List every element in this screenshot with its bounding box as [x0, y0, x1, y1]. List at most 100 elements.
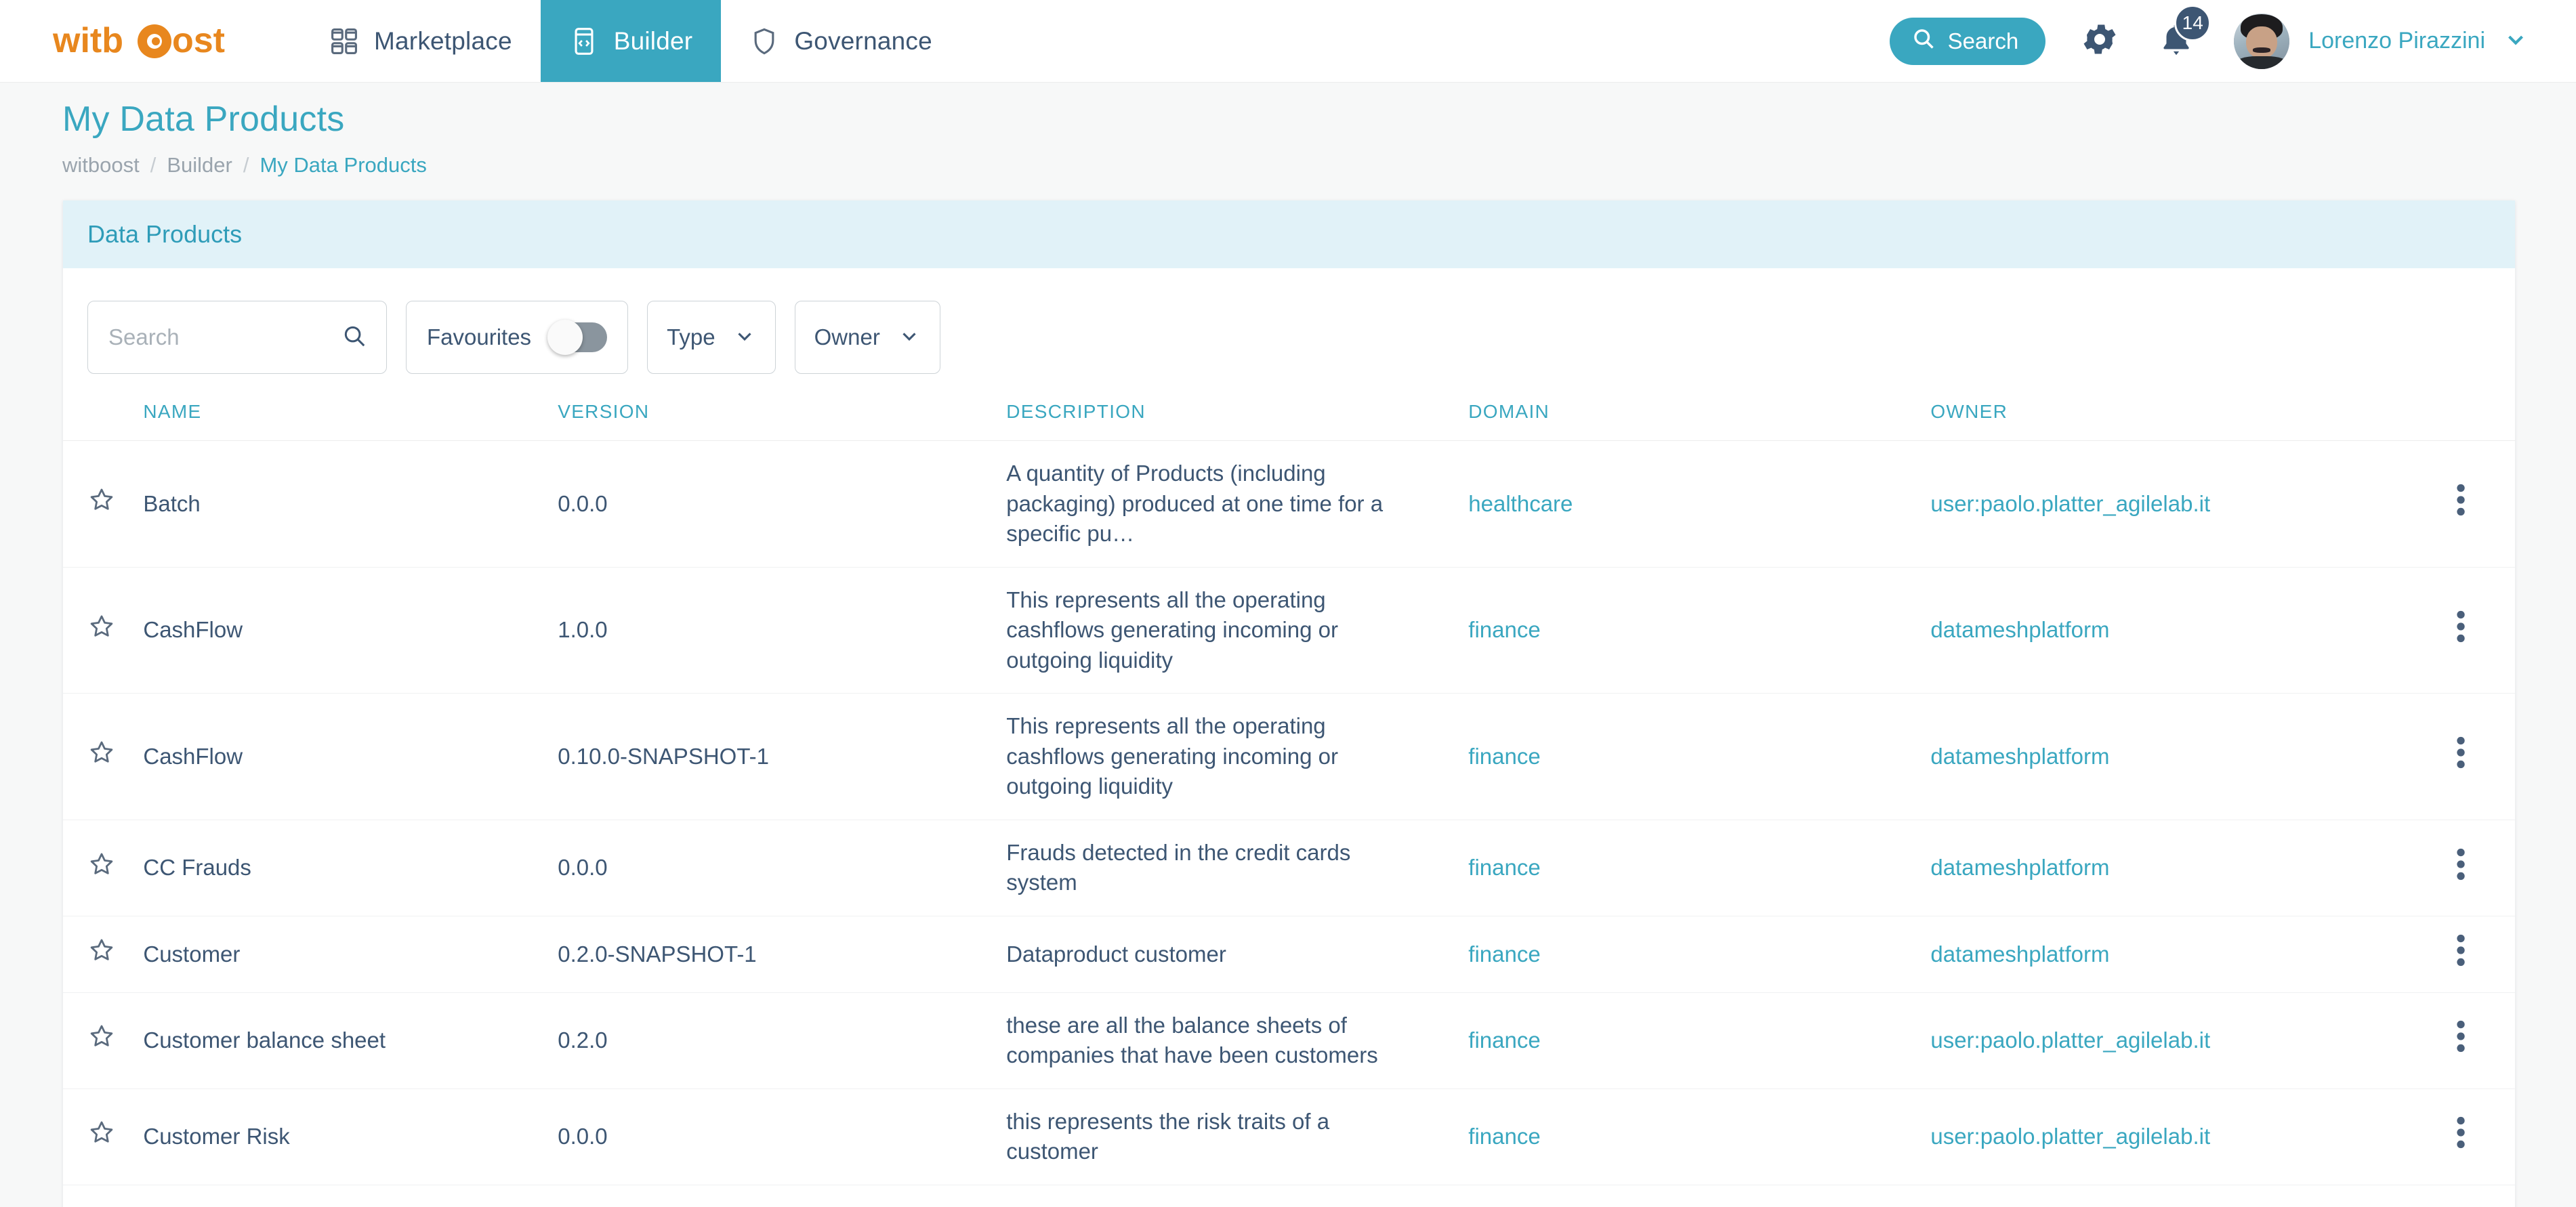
row-version-cell: 0.0.0 — [558, 441, 1006, 568]
type-filter-label: Type — [667, 324, 715, 350]
row-actions-cell — [2406, 441, 2515, 568]
kebab-menu-icon[interactable] — [2456, 736, 2466, 769]
star-icon[interactable] — [87, 936, 116, 965]
user-name-label[interactable]: Lorenzo Pirazzini — [2308, 28, 2485, 54]
search-input[interactable]: Search — [87, 301, 387, 374]
star-icon[interactable] — [87, 612, 116, 641]
table-row[interactable]: CashFlow 0.10.0-SNAPSHOT-1 This represen… — [63, 694, 2515, 820]
star-icon[interactable] — [87, 738, 116, 767]
kebab-menu-icon[interactable] — [2456, 1116, 2466, 1149]
row-actions-cell — [2406, 820, 2515, 916]
row-owner-link[interactable]: datameshplatform — [1930, 855, 2109, 880]
breadcrumb-separator: / — [140, 153, 167, 177]
row-description: Dataproduct customer — [1006, 939, 1421, 970]
card-title: Data Products — [87, 220, 242, 249]
column-header-owner[interactable]: OWNER — [1930, 401, 2406, 441]
column-header-name[interactable]: NAME — [143, 401, 558, 441]
row-owner-link[interactable]: datameshplatform — [1930, 617, 2109, 642]
row-owner-cell: user:paolo.platter_agilelab.it — [1930, 1088, 2406, 1185]
row-description: A quantity of Products (including packag… — [1006, 459, 1421, 549]
row-domain-cell: finance — [1468, 567, 1930, 694]
row-actions-cell — [2406, 1185, 2515, 1207]
notifications-badge: 14 — [2174, 5, 2211, 41]
table-row[interactable]: Batch 0.0.0 A quantity of Products (incl… — [63, 441, 2515, 568]
row-owner-link[interactable]: user:paolo.platter_agilelab.it — [1930, 491, 2210, 516]
row-description-cell: This represents all the operating cashfl… — [1006, 694, 1468, 820]
row-actions-cell — [2406, 916, 2515, 993]
row-actions-cell — [2406, 567, 2515, 694]
star-icon[interactable] — [87, 1022, 116, 1051]
chevron-down-icon — [2503, 26, 2529, 56]
user-menu-button[interactable] — [2503, 26, 2529, 56]
column-header-description[interactable]: DESCRIPTION — [1006, 401, 1468, 441]
witboost-logo[interactable]: witb ost — [0, 0, 263, 82]
search-input-placeholder: Search — [108, 324, 180, 350]
row-favourite-cell — [63, 820, 143, 916]
row-owner-link[interactable]: datameshplatform — [1930, 941, 2109, 967]
row-owner-cell: user:paolo.platter_agilelab.it — [1930, 992, 2406, 1088]
row-domain-cell: healthcare — [1468, 1185, 1930, 1207]
table-row[interactable]: DrugProduct 0.0.0 A formulation packaged… — [63, 1185, 2515, 1207]
avatar[interactable] — [2234, 14, 2289, 69]
type-filter-dropdown[interactable]: Type — [647, 301, 776, 374]
row-owner-link[interactable]: user:paolo.platter_agilelab.it — [1930, 1124, 2210, 1149]
kebab-menu-icon[interactable] — [2456, 934, 2466, 967]
table-row[interactable]: Customer balance sheet 0.2.0 these are a… — [63, 992, 2515, 1088]
notifications-button[interactable]: 14 — [2157, 20, 2196, 62]
kebab-menu-icon[interactable] — [2456, 484, 2466, 516]
row-domain-link[interactable]: finance — [1468, 855, 1540, 880]
kebab-menu-icon[interactable] — [2456, 1020, 2466, 1053]
favourites-toggle[interactable]: Favourites — [406, 301, 628, 374]
row-owner-link[interactable]: user:paolo.platter_agilelab.it — [1930, 1028, 2210, 1053]
row-favourite-cell — [63, 1088, 143, 1185]
code-window-icon — [569, 26, 599, 56]
row-actions-cell — [2406, 992, 2515, 1088]
row-actions-cell — [2406, 694, 2515, 820]
row-name-cell: CC Frauds — [143, 820, 558, 916]
settings-button[interactable] — [2079, 19, 2120, 63]
row-name: CC Frauds — [143, 855, 251, 880]
table-row[interactable]: CashFlow 1.0.0 This represents all the o… — [63, 567, 2515, 694]
row-favourite-cell — [63, 694, 143, 820]
toggle-switch[interactable] — [552, 322, 607, 352]
owner-filter-dropdown[interactable]: Owner — [795, 301, 940, 374]
row-domain-link[interactable]: finance — [1468, 1124, 1540, 1149]
row-owner-link[interactable]: datameshplatform — [1930, 744, 2109, 769]
card-header: Data Products — [63, 200, 2515, 268]
nav-item-marketplace[interactable]: Marketplace — [301, 0, 541, 82]
row-domain-link[interactable]: finance — [1468, 744, 1540, 769]
svg-text:witb: witb — [53, 21, 123, 60]
star-icon[interactable] — [87, 486, 116, 514]
kebab-menu-icon[interactable] — [2456, 848, 2466, 881]
table-row[interactable]: Customer Risk 0.0.0 this represents the … — [63, 1088, 2515, 1185]
nav-item-governance[interactable]: Governance — [721, 0, 961, 82]
row-name: Customer Risk — [143, 1124, 289, 1149]
row-name-cell: DrugProduct — [143, 1185, 558, 1207]
row-domain-link[interactable]: finance — [1468, 941, 1540, 967]
search-icon[interactable] — [341, 323, 367, 352]
row-name: Batch — [143, 491, 200, 516]
row-description: these are all the balance sheets of comp… — [1006, 1011, 1421, 1071]
star-icon[interactable] — [87, 1118, 116, 1147]
table-row[interactable]: Customer 0.2.0-SNAPSHOT-1 Dataproduct cu… — [63, 916, 2515, 993]
breadcrumb-item-builder[interactable]: Builder — [167, 153, 232, 177]
row-domain-link[interactable]: finance — [1468, 1028, 1540, 1053]
row-domain-link[interactable]: finance — [1468, 617, 1540, 642]
star-icon[interactable] — [87, 850, 116, 878]
row-description-cell: this represents the risk traits of a cus… — [1006, 1088, 1468, 1185]
row-domain-link[interactable]: healthcare — [1468, 491, 1573, 516]
data-products-table: NAME VERSION DESCRIPTION DOMAIN OWNER Ba… — [63, 401, 2515, 1207]
nav-item-builder[interactable]: Builder — [541, 0, 722, 82]
row-version-cell: 0.0.0 — [558, 1185, 1006, 1207]
column-header-domain[interactable]: DOMAIN — [1468, 401, 1930, 441]
row-name-cell: Batch — [143, 441, 558, 568]
row-name: Customer balance sheet — [143, 1028, 386, 1053]
search-button[interactable]: Search — [1890, 18, 2046, 65]
kebab-menu-icon[interactable] — [2456, 610, 2466, 643]
row-description-cell: Dataproduct customer — [1006, 916, 1468, 993]
row-version: 0.0.0 — [558, 855, 607, 880]
chevron-down-icon — [898, 324, 921, 351]
breadcrumb-item-witboost[interactable]: witboost — [62, 153, 140, 177]
column-header-version[interactable]: VERSION — [558, 401, 1006, 441]
table-row[interactable]: CC Frauds 0.0.0 Frauds detected in the c… — [63, 820, 2515, 916]
